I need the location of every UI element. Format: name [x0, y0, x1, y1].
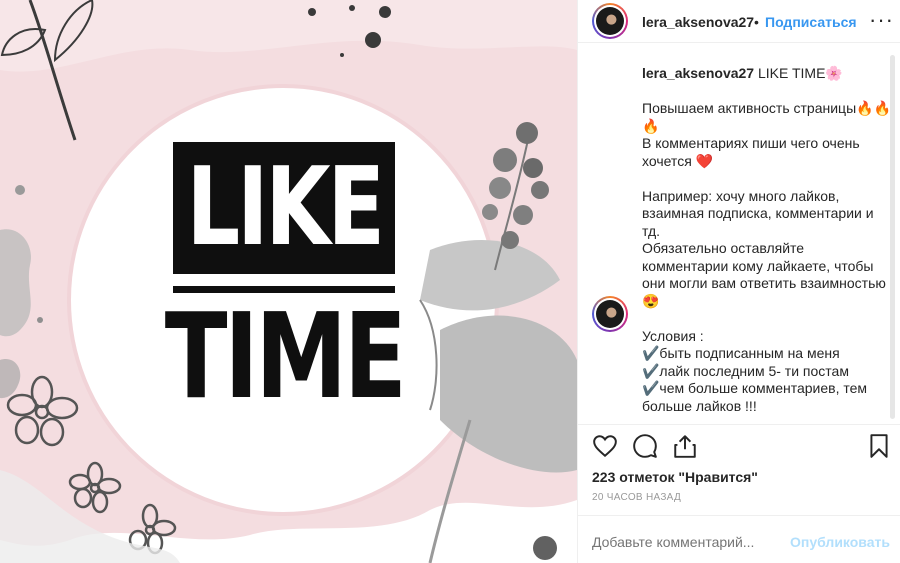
- caption-line: ✔️быть подписанным на меня: [642, 345, 840, 361]
- time-box: TIME: [164, 293, 406, 419]
- caption-avatar[interactable]: [592, 296, 628, 332]
- publish-button[interactable]: Опубликовать: [790, 534, 890, 550]
- caption-username[interactable]: lera_aksenova27: [642, 65, 754, 81]
- comment-icon[interactable]: [632, 433, 658, 459]
- caption-line-1: lera_aksenova27 LIKE TIME🌸: [642, 65, 843, 81]
- like-time-logo: LIKE TIME: [164, 142, 407, 419]
- post-actions: 223 отметок "Нравится" 20 ЧАСОВ НАЗАД: [578, 424, 900, 514]
- caption-line: Повышаем активность страницы🔥🔥🔥: [642, 100, 891, 134]
- like-word: LIKE: [186, 145, 384, 270]
- comment-input[interactable]: [592, 534, 782, 550]
- post-image[interactable]: LIKE TIME: [0, 0, 577, 563]
- header-username[interactable]: lera_aksenova27: [642, 14, 754, 30]
- share-icon[interactable]: [672, 433, 698, 459]
- caption-line: В комментариях пиши чего очень хочется ❤…: [642, 135, 860, 169]
- caption-line: Условия :: [642, 327, 704, 344]
- avatar[interactable]: [592, 3, 628, 39]
- caption-line: Обязательно оставляйте комментарии кому …: [642, 240, 886, 309]
- caption-line: Например: хочу много лайков, взаимная по…: [642, 187, 874, 239]
- caption-line: ✔️чем больше комментариев, тем больше ла…: [642, 380, 868, 414]
- bookmark-icon[interactable]: [866, 433, 892, 459]
- like-box: LIKE: [173, 142, 395, 274]
- comment-bar: Опубликовать: [578, 515, 900, 563]
- follow-button[interactable]: Подписаться: [765, 14, 857, 30]
- heart-icon[interactable]: [592, 433, 618, 459]
- time-word: TIME: [164, 287, 406, 425]
- caption-line: ✔️лайк последним 5- ти постам: [642, 362, 849, 379]
- likes-count[interactable]: 223 отметок "Нравится": [592, 469, 758, 485]
- post-caption: lera_aksenova27 LIKE TIME🌸 Повышаем акти…: [642, 65, 892, 415]
- post-header: lera_aksenova27 • Подписаться ···: [578, 0, 900, 43]
- header-separator: •: [754, 14, 759, 30]
- more-horizontal-icon[interactable]: ···: [869, 7, 894, 33]
- post-side-panel: lera_aksenova27 • Подписаться ··· lera_a…: [577, 0, 900, 563]
- post-timestamp[interactable]: 20 ЧАСОВ НАЗАД: [592, 492, 681, 503]
